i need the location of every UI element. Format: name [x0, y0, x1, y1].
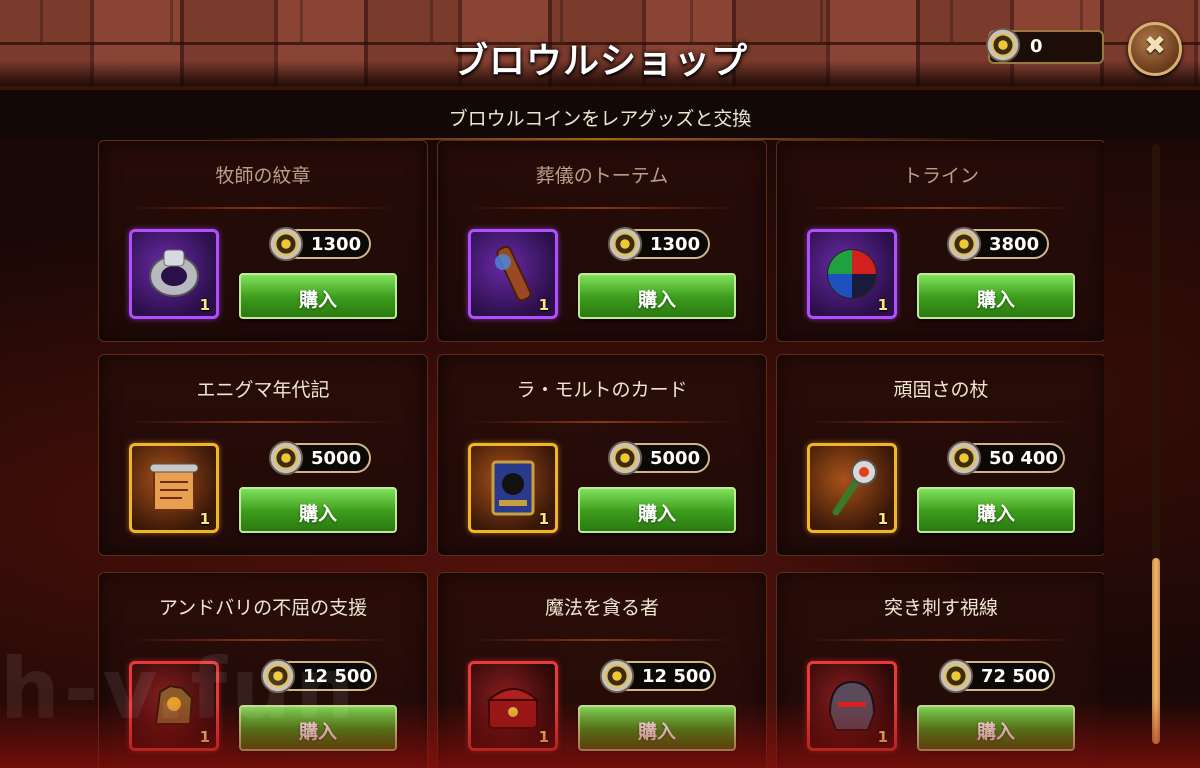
- buy-button-label: 購入: [298, 503, 337, 525]
- item-name: 牧師の紋章: [215, 165, 311, 187]
- buy-button-label: 購入: [637, 503, 676, 525]
- divider: [468, 207, 736, 209]
- shop-subtitle: ブロウルコインをレアグッズと交換: [448, 108, 752, 130]
- brawl-coin-icon: [946, 440, 982, 476]
- buy-button[interactable]: 購入: [578, 273, 736, 319]
- buy-button-label: 購入: [976, 721, 1015, 743]
- divider: [807, 207, 1075, 209]
- buy-button[interactable]: 購入: [917, 487, 1075, 533]
- currency-balance: 0: [985, 27, 1104, 64]
- item-quantity: 1: [877, 296, 888, 314]
- item-price-value: 1300: [650, 234, 701, 255]
- item-name: トライン: [902, 165, 979, 187]
- buy-button[interactable]: 購入: [239, 273, 397, 319]
- brawl-coin-icon: [985, 27, 1021, 63]
- divider: [129, 207, 397, 209]
- shop-item-card: ラ・モルトのカード 1 5000 購入: [437, 354, 767, 556]
- brawl-coin-icon: [607, 440, 643, 476]
- buy-button-label: 購入: [298, 289, 337, 311]
- scrollbar-thumb[interactable]: [1152, 558, 1160, 744]
- brawl-coin-icon: [938, 658, 974, 694]
- close-icon: ✖: [1144, 31, 1166, 61]
- shop-item-card: 魔法を貪る者 1 12 500 購入: [437, 572, 767, 768]
- item-price-value: 5000: [650, 448, 701, 469]
- divider: [468, 639, 736, 641]
- item-quantity: 1: [877, 728, 888, 746]
- scrollbar[interactable]: [1152, 144, 1160, 744]
- item-quantity: 1: [538, 728, 549, 746]
- item-price: 5000: [607, 440, 710, 476]
- watermark: h-v.fun: [0, 640, 359, 738]
- item-quantity: 1: [538, 510, 549, 528]
- item-name: 魔法を貪る者: [544, 597, 659, 619]
- item-price: 12 500: [599, 658, 716, 694]
- brawl-coin-icon: [946, 226, 982, 262]
- buy-button[interactable]: 購入: [578, 705, 736, 751]
- divider: [468, 421, 736, 423]
- item-price-value: 3800: [989, 234, 1040, 255]
- orb-icon: [827, 249, 877, 299]
- item-price: 1300: [607, 226, 710, 262]
- item-price-value: 72 500: [981, 666, 1050, 687]
- brawl-coin-icon: [268, 440, 304, 476]
- shop-item-card: 頑固さの杖 1 50 400 購入: [776, 354, 1104, 556]
- divider: [807, 639, 1075, 641]
- item-icon-slot[interactable]: 1: [807, 229, 897, 319]
- item-name: 頑固さの杖: [893, 379, 989, 401]
- item-icon-slot[interactable]: 1: [129, 443, 219, 533]
- item-quantity: 1: [877, 510, 888, 528]
- buy-button[interactable]: 購入: [239, 487, 397, 533]
- item-name: アンドバリの不屈の支援: [158, 597, 368, 619]
- item-name: 突き刺す視線: [883, 597, 998, 619]
- item-name: 葬儀のトーテム: [535, 165, 669, 187]
- item-price: 50 400: [946, 440, 1065, 476]
- brawl-coin-icon: [607, 226, 643, 262]
- item-icon-slot[interactable]: 1: [129, 229, 219, 319]
- item-quantity: 1: [199, 510, 210, 528]
- item-price: 1300: [268, 226, 371, 262]
- item-icon-slot[interactable]: 1: [468, 229, 558, 319]
- staff-icon: [832, 459, 877, 516]
- close-button[interactable]: ✖: [1128, 22, 1182, 76]
- totem-icon: [495, 245, 532, 302]
- item-icon-slot[interactable]: 1: [807, 443, 897, 533]
- item-price-value: 12 500: [642, 666, 711, 687]
- buy-button[interactable]: 購入: [917, 705, 1075, 751]
- shop-item-card: エニグマ年代記 1 5000 購入: [98, 354, 428, 556]
- shop-item-card: 葬儀のトーテム 1 1300 購入: [437, 140, 767, 342]
- shop-item-card: 突き刺す視線 1 72 500 購入: [776, 572, 1104, 768]
- ring-icon: [149, 249, 199, 297]
- currency-value: 0: [1030, 36, 1043, 57]
- buy-button-label: 購入: [976, 289, 1015, 311]
- brawl-coin-icon: [268, 226, 304, 262]
- card-icon: [491, 460, 535, 516]
- buy-button-label: 購入: [637, 721, 676, 743]
- helmet-icon: [828, 680, 876, 731]
- scroll-icon: [149, 463, 199, 511]
- buy-button-label: 購入: [976, 503, 1015, 525]
- item-price-value: 50 400: [989, 448, 1058, 469]
- item-price: 3800: [946, 226, 1049, 262]
- item-name: エニグマ年代記: [196, 379, 330, 401]
- item-quantity: 1: [199, 296, 210, 314]
- item-icon-slot[interactable]: 1: [807, 661, 897, 751]
- buy-button[interactable]: 購入: [917, 273, 1075, 319]
- divider: [807, 421, 1075, 423]
- shop-item-card: トライン 1 3800 購入: [776, 140, 1104, 342]
- divider: [129, 421, 397, 423]
- item-price: 72 500: [938, 658, 1055, 694]
- chest-icon: [486, 688, 540, 729]
- item-icon-slot[interactable]: 1: [468, 443, 558, 533]
- buy-button-label: 購入: [637, 289, 676, 311]
- item-quantity: 1: [538, 296, 549, 314]
- buy-button[interactable]: 購入: [578, 487, 736, 533]
- item-name: ラ・モルトのカード: [516, 379, 688, 401]
- shop-item-card: 牧師の紋章 1 1300 購入: [98, 140, 428, 342]
- item-icon-slot[interactable]: 1: [468, 661, 558, 751]
- item-price-value: 5000: [311, 448, 362, 469]
- item-price: 5000: [268, 440, 371, 476]
- item-price-value: 1300: [311, 234, 362, 255]
- brawl-coin-icon: [599, 658, 635, 694]
